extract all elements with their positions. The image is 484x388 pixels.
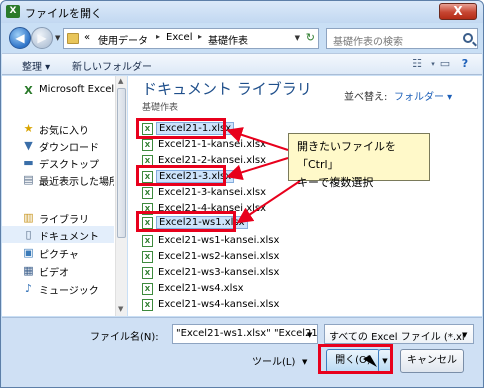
callout-line: 開きたいファイルを「Ctrl」 bbox=[297, 140, 396, 171]
arrow bbox=[236, 180, 301, 224]
callout-line: キーで複数選択 bbox=[297, 176, 374, 189]
callout-arrows bbox=[226, 127, 301, 224]
callout-note: 開きたいファイルを「Ctrl」 キーで複数選択 bbox=[288, 133, 430, 189]
arrow bbox=[226, 157, 289, 181]
arrow bbox=[226, 127, 289, 151]
